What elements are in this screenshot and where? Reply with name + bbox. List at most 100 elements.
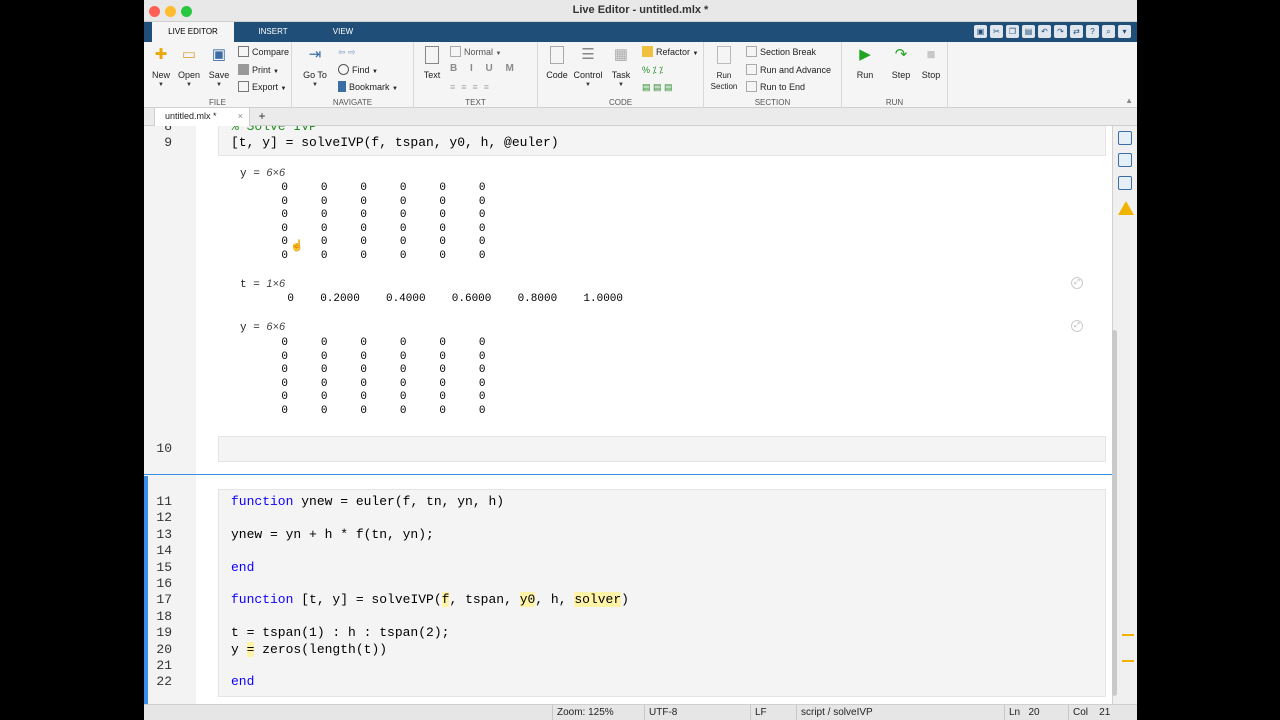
undo-icon[interactable]: ↶ bbox=[1038, 25, 1051, 38]
step-icon: ↷ bbox=[894, 46, 908, 63]
output-expand-icon[interactable]: ⤢ bbox=[1071, 277, 1083, 289]
stop-button[interactable]: ■ Stop bbox=[914, 46, 948, 96]
matrix-cell: 0 bbox=[478, 377, 486, 390]
tab-live-editor[interactable]: LIVE EDITOR bbox=[152, 22, 234, 42]
open-button[interactable]: ▭ Open ▼ bbox=[172, 46, 206, 96]
help-icon[interactable]: ? bbox=[1086, 25, 1099, 38]
eol-status: LF bbox=[750, 705, 796, 720]
code-group-label: CODE bbox=[608, 98, 633, 107]
code-line[interactable]: function ynew = euler(f, tn, yn, h) bbox=[231, 494, 504, 509]
bookmark-button[interactable]: Bookmark ▼ bbox=[338, 80, 398, 94]
redo-icon[interactable]: ↷ bbox=[1054, 25, 1067, 38]
output-y2-label: y = 6×6 bbox=[240, 321, 286, 334]
run-section-icon bbox=[717, 46, 731, 64]
save-quick-icon[interactable]: ▣ bbox=[974, 25, 987, 38]
context-status: script / solveIVP bbox=[796, 705, 1004, 720]
expand-icon[interactable]: ▾ bbox=[1118, 25, 1131, 38]
line-number: 22 bbox=[156, 674, 172, 690]
find-button[interactable]: Find ▼ bbox=[338, 63, 378, 77]
chevron-down-icon: ▼ bbox=[585, 82, 591, 88]
matrix-cell: 0 bbox=[478, 364, 486, 376]
code-block-empty[interactable] bbox=[218, 436, 1106, 462]
collapse-ribbon-icon[interactable]: ▲ bbox=[1125, 96, 1133, 105]
paragraph-icon bbox=[450, 46, 461, 57]
line-number: 11 bbox=[156, 494, 172, 509]
chevron-down-icon: ▼ bbox=[216, 82, 222, 88]
new-icon: ✚ bbox=[154, 46, 168, 63]
tab-insert[interactable]: INSERT bbox=[240, 22, 306, 42]
warning-icon[interactable] bbox=[1118, 201, 1134, 215]
step-button[interactable]: ↷ Step bbox=[884, 46, 918, 96]
code-button[interactable]: Code bbox=[540, 46, 574, 96]
refactor-button[interactable]: Refactor ▼ bbox=[642, 45, 698, 59]
line-number: 8 bbox=[164, 126, 172, 134]
paste-icon[interactable]: ▤ bbox=[1022, 25, 1035, 38]
run-and-advance-button[interactable]: Run and Advance bbox=[746, 63, 831, 77]
output-expand-icon[interactable]: ⤢ bbox=[1071, 320, 1083, 332]
code-line[interactable]: y = zeros(length(t)) bbox=[231, 641, 387, 657]
live-editor-window: Live Editor - untitled.mlx * LIVE EDITOR… bbox=[144, 0, 1137, 720]
print-button[interactable]: Print ▼ bbox=[238, 63, 279, 77]
indent-buttons[interactable]: ▤ ▤ ▤ bbox=[642, 80, 673, 94]
matrix-cell: 0 bbox=[478, 391, 486, 403]
code-line[interactable]: function [t, y] = solveIVP(f, tspan, y0,… bbox=[231, 592, 629, 608]
stop-icon: ■ bbox=[926, 46, 936, 63]
format-buttons[interactable]: B I U M bbox=[450, 63, 519, 74]
vector-cell: 0.6000 bbox=[451, 293, 492, 305]
goto-button[interactable]: ⇥ Go To ▼ bbox=[298, 46, 332, 96]
file-group: ✚ New ▼ ▭ Open ▼ ▣ Save ▼ Compare Print … bbox=[144, 42, 292, 108]
switch-icon[interactable]: ⇄ bbox=[1070, 25, 1083, 38]
output-inline-icon[interactable] bbox=[1118, 131, 1132, 145]
vector-cell: 0.2000 bbox=[320, 293, 360, 305]
line-number: 19 bbox=[156, 625, 172, 641]
text-button[interactable]: Text bbox=[415, 46, 449, 96]
run-to-end-button[interactable]: Run to End bbox=[746, 80, 805, 94]
output-right-icon[interactable] bbox=[1118, 153, 1132, 167]
zoom-status[interactable]: Zoom: 125% bbox=[552, 705, 644, 720]
open-icon: ▭ bbox=[181, 46, 197, 63]
comment-buttons[interactable]: % ⁒ ⁒ bbox=[642, 63, 663, 77]
code-line[interactable]: end bbox=[231, 674, 254, 689]
line-status: Ln 20 bbox=[1004, 705, 1068, 720]
encoding-status: UTF-8 bbox=[644, 705, 750, 720]
back-forward-buttons[interactable]: ⇦ ⇨ bbox=[338, 45, 356, 59]
alignment-buttons[interactable]: ≡≡≡≡ bbox=[450, 80, 495, 94]
save-button[interactable]: ▣ Save ▼ bbox=[202, 46, 236, 96]
tab-view[interactable]: VIEW bbox=[310, 22, 376, 42]
compare-button[interactable]: Compare bbox=[238, 45, 289, 59]
code-line-call[interactable]: [t, y] = solveIVP(f, tspan, y0, h, @eule… bbox=[231, 135, 559, 150]
add-tab-button[interactable]: + bbox=[254, 108, 270, 126]
matrix-cell: 0 bbox=[478, 249, 486, 262]
hide-code-icon[interactable] bbox=[1118, 176, 1132, 190]
vertical-scrollbar[interactable] bbox=[1112, 330, 1117, 696]
code-line[interactable]: end bbox=[231, 560, 254, 575]
editor-area[interactable]: 8 % Solve IVP 9 [t, y] = solveIVP(f, tsp… bbox=[144, 126, 1112, 704]
code-line-comment[interactable]: % Solve IVP bbox=[231, 126, 317, 134]
scroll-marker bbox=[1122, 634, 1134, 636]
run-section-button[interactable]: Run Section bbox=[706, 46, 742, 96]
text-icon bbox=[425, 46, 439, 64]
section-break-button[interactable]: Section Break bbox=[746, 45, 816, 59]
line-number: 14 bbox=[156, 543, 172, 559]
doc-tab-untitled[interactable]: untitled.mlx * × bbox=[154, 108, 250, 126]
control-button[interactable]: ☰ Control ▼ bbox=[570, 46, 606, 96]
code-icon bbox=[550, 46, 564, 64]
task-button[interactable]: ▦ Task ▼ bbox=[604, 46, 638, 96]
matrix-cell: 0 bbox=[478, 337, 486, 349]
run-to-end-icon bbox=[746, 81, 757, 92]
code-line[interactable]: t = tspan(1) : h : tspan(2); bbox=[231, 625, 449, 640]
close-tab-icon[interactable]: × bbox=[238, 108, 243, 125]
section-group: Run Section Section Break Run and Advanc… bbox=[704, 42, 842, 108]
status-bar: Zoom: 125% UTF-8 LF script / solveIVP Ln… bbox=[144, 704, 1137, 720]
ribbon: ✚ New ▼ ▭ Open ▼ ▣ Save ▼ Compare Print … bbox=[144, 42, 1137, 108]
search-doc-icon[interactable]: ⌕ bbox=[1102, 25, 1115, 38]
run-button[interactable]: ▶ Run bbox=[848, 46, 882, 96]
style-dropdown[interactable]: Normal ▼ bbox=[450, 45, 501, 59]
task-icon: ▦ bbox=[613, 46, 629, 63]
cut-icon[interactable]: ✂ bbox=[990, 25, 1003, 38]
copy-icon[interactable]: ❐ bbox=[1006, 25, 1019, 38]
code-line[interactable]: ynew = yn + h * f(tn, yn); bbox=[231, 527, 434, 542]
output-t-label: t = 1×6 bbox=[240, 278, 286, 291]
export-button[interactable]: Export ▼ bbox=[238, 80, 286, 94]
line-number: 12 bbox=[156, 510, 172, 526]
